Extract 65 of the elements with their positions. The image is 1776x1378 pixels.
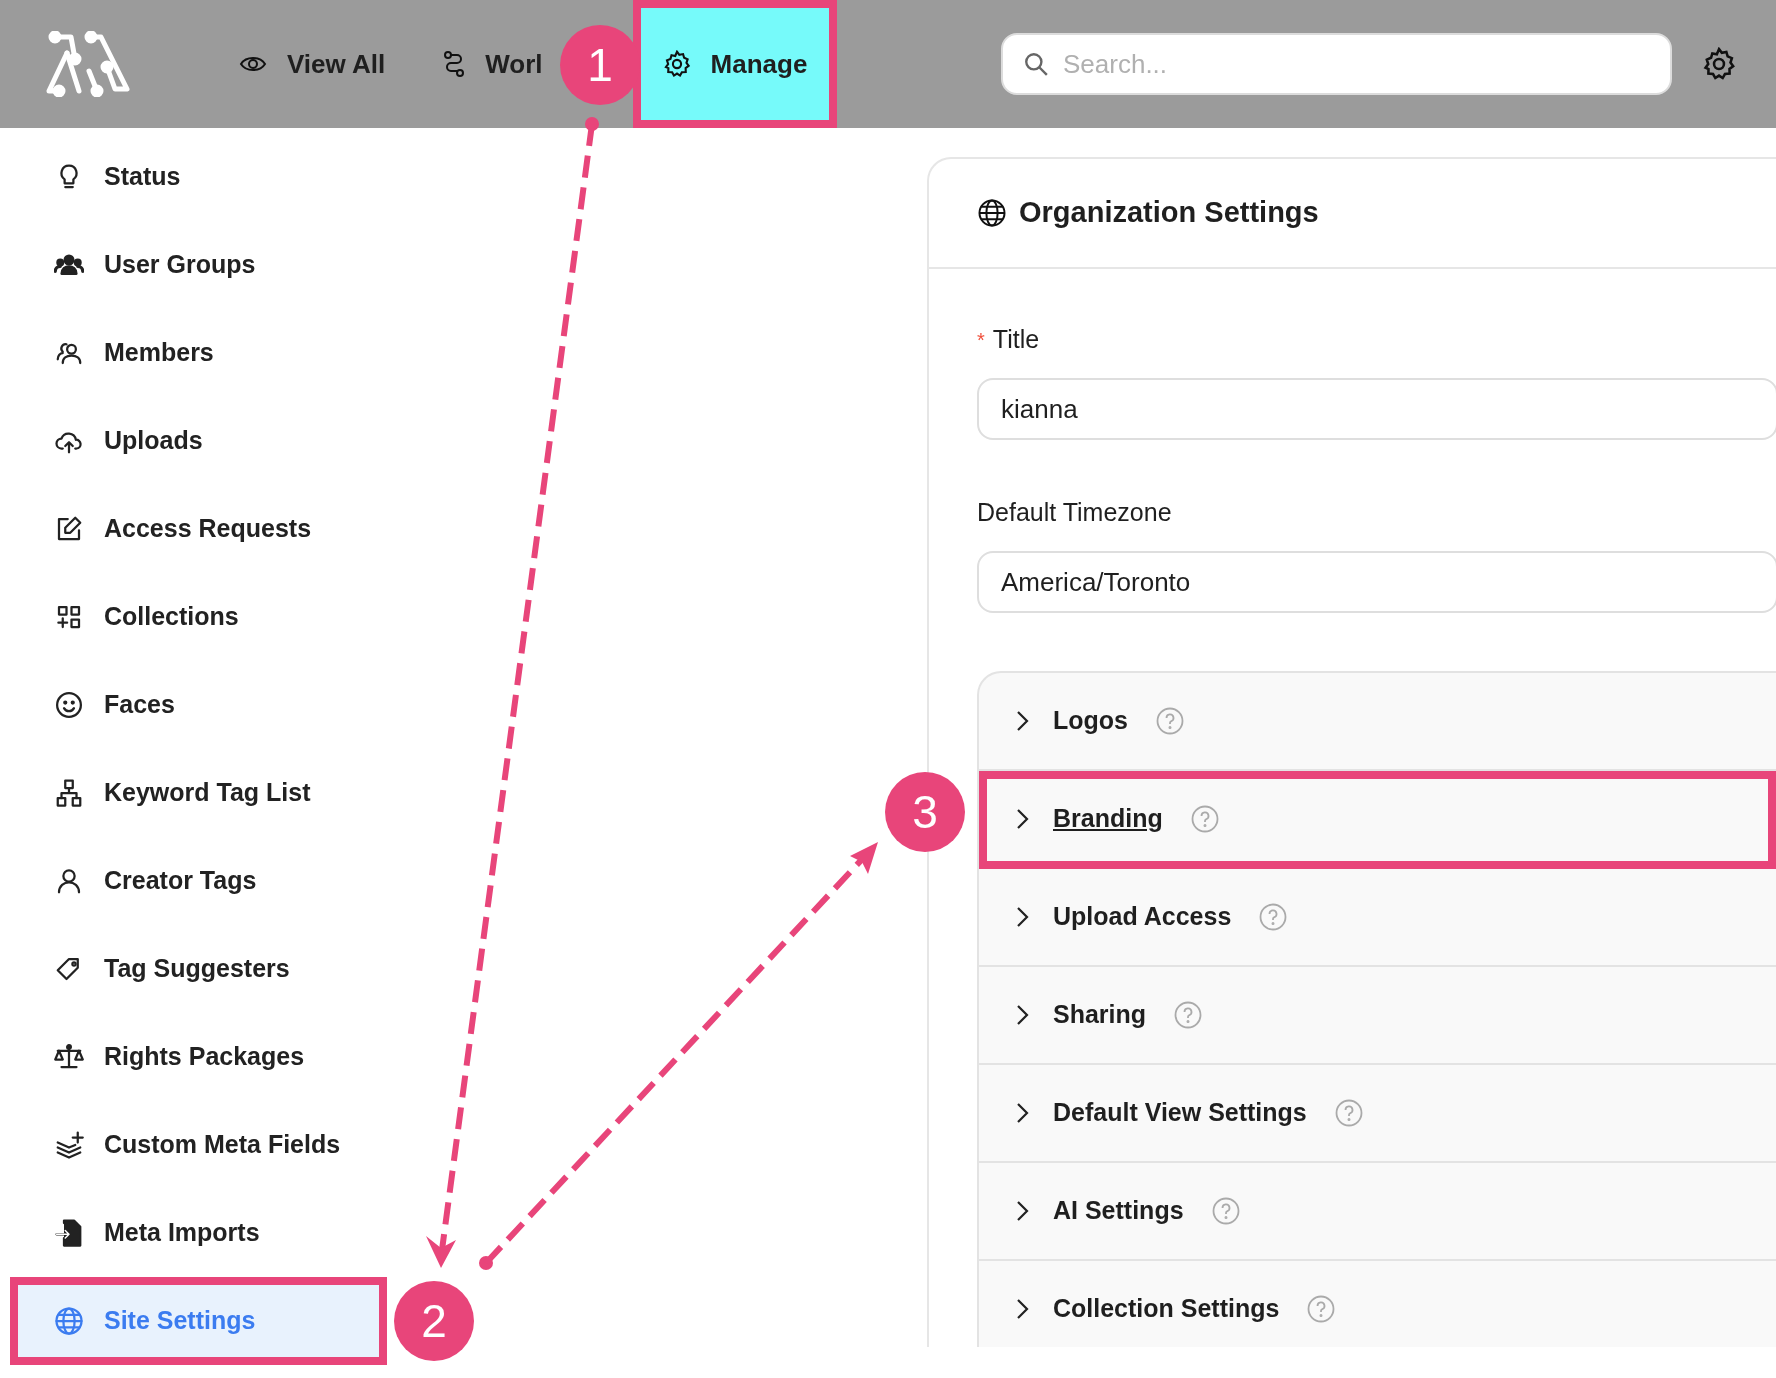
sidebar-item[interactable]: Custom Meta Fields [10,1101,387,1189]
section-title: Default View Settings [1053,1097,1307,1129]
chevron-right-icon [1015,1102,1029,1124]
help-icon[interactable] [1259,903,1288,931]
logo-icon[interactable] [45,31,131,97]
sidebar-item[interactable]: Members [10,309,387,397]
sidebar-item[interactable]: Creator Tags [10,837,387,925]
accordion-row[interactable]: Sharing [979,967,1776,1065]
required-mark: * [977,328,985,353]
accordion-row[interactable]: Default View Settings [979,1065,1776,1163]
sidebar-item[interactable]: Uploads [10,397,387,485]
accordion-row[interactable]: AI Settings [979,1163,1776,1261]
accordion-row[interactable]: Upload Access [979,869,1776,967]
accordion-row[interactable]: Branding [979,771,1776,869]
text-field[interactable]: America/Toronto [977,551,1776,613]
globe-icon [977,198,1007,228]
chevron-right-icon [1015,1298,1029,1320]
chevron-right-icon [1015,808,1029,830]
chevron-right-icon [1015,1200,1029,1222]
sidebar-item[interactable]: Rights Packages [10,1013,387,1101]
chevron-right-icon [1015,906,1029,928]
accordion-row[interactable]: Logos [979,673,1776,771]
help-icon[interactable] [1190,805,1219,833]
section-title: Sharing [1053,999,1147,1031]
smiley-icon [54,690,84,720]
section-title: Collection Settings [1053,1293,1280,1325]
text-field[interactable]: kianna [977,378,1776,440]
section-title: AI Settings [1053,1195,1184,1227]
step-badge: 2 [394,1281,474,1361]
settings-icon[interactable] [1702,47,1736,81]
help-icon[interactable] [1174,1001,1203,1029]
file-import-icon [54,1218,84,1248]
help-icon[interactable] [1211,1197,1240,1225]
section-title: Branding [1053,803,1163,835]
nav-tab[interactable]: Manage [632,0,838,128]
help-icon[interactable] [1307,1295,1336,1323]
sidebar-item[interactable]: Tag Suggesters [10,925,387,1013]
panel-title: Organization Settings [1019,195,1319,231]
hierarchy-icon [54,778,84,808]
nav-tab[interactable]: Worl [413,0,543,128]
sidebar-item[interactable]: Collections [10,573,387,661]
section-title: Upload Access [1053,901,1232,933]
sidebar-item[interactable]: Access Requests [10,485,387,573]
nav-tab[interactable]: View All [211,0,414,128]
gear-icon [662,50,691,78]
layers-plus-icon [54,1130,84,1160]
field-label: Title [992,324,1040,356]
route-icon [443,51,466,77]
sidebar-item[interactable]: Keyword Tag List [10,749,387,837]
section-title: Logos [1053,705,1128,737]
eye-icon [239,54,267,74]
step-badge: 3 [885,772,965,852]
field-label: Default Timezone [977,497,1172,529]
sidebar-item[interactable]: Faces [10,661,387,749]
chevron-right-icon [1015,1004,1029,1026]
help-icon[interactable] [1156,707,1184,735]
search-icon [1023,51,1049,77]
help-icon[interactable] [1334,1099,1363,1127]
search-field[interactable]: Search... [1001,33,1672,95]
accordion-row[interactable]: Collection Settings [979,1261,1776,1347]
sidebar-item[interactable]: User Groups [10,221,387,309]
globe-icon [54,1306,84,1336]
chevron-right-icon [1015,710,1029,732]
sidebar-item[interactable]: Meta Imports [10,1189,387,1277]
sidebar-item[interactable]: Status [10,133,387,221]
